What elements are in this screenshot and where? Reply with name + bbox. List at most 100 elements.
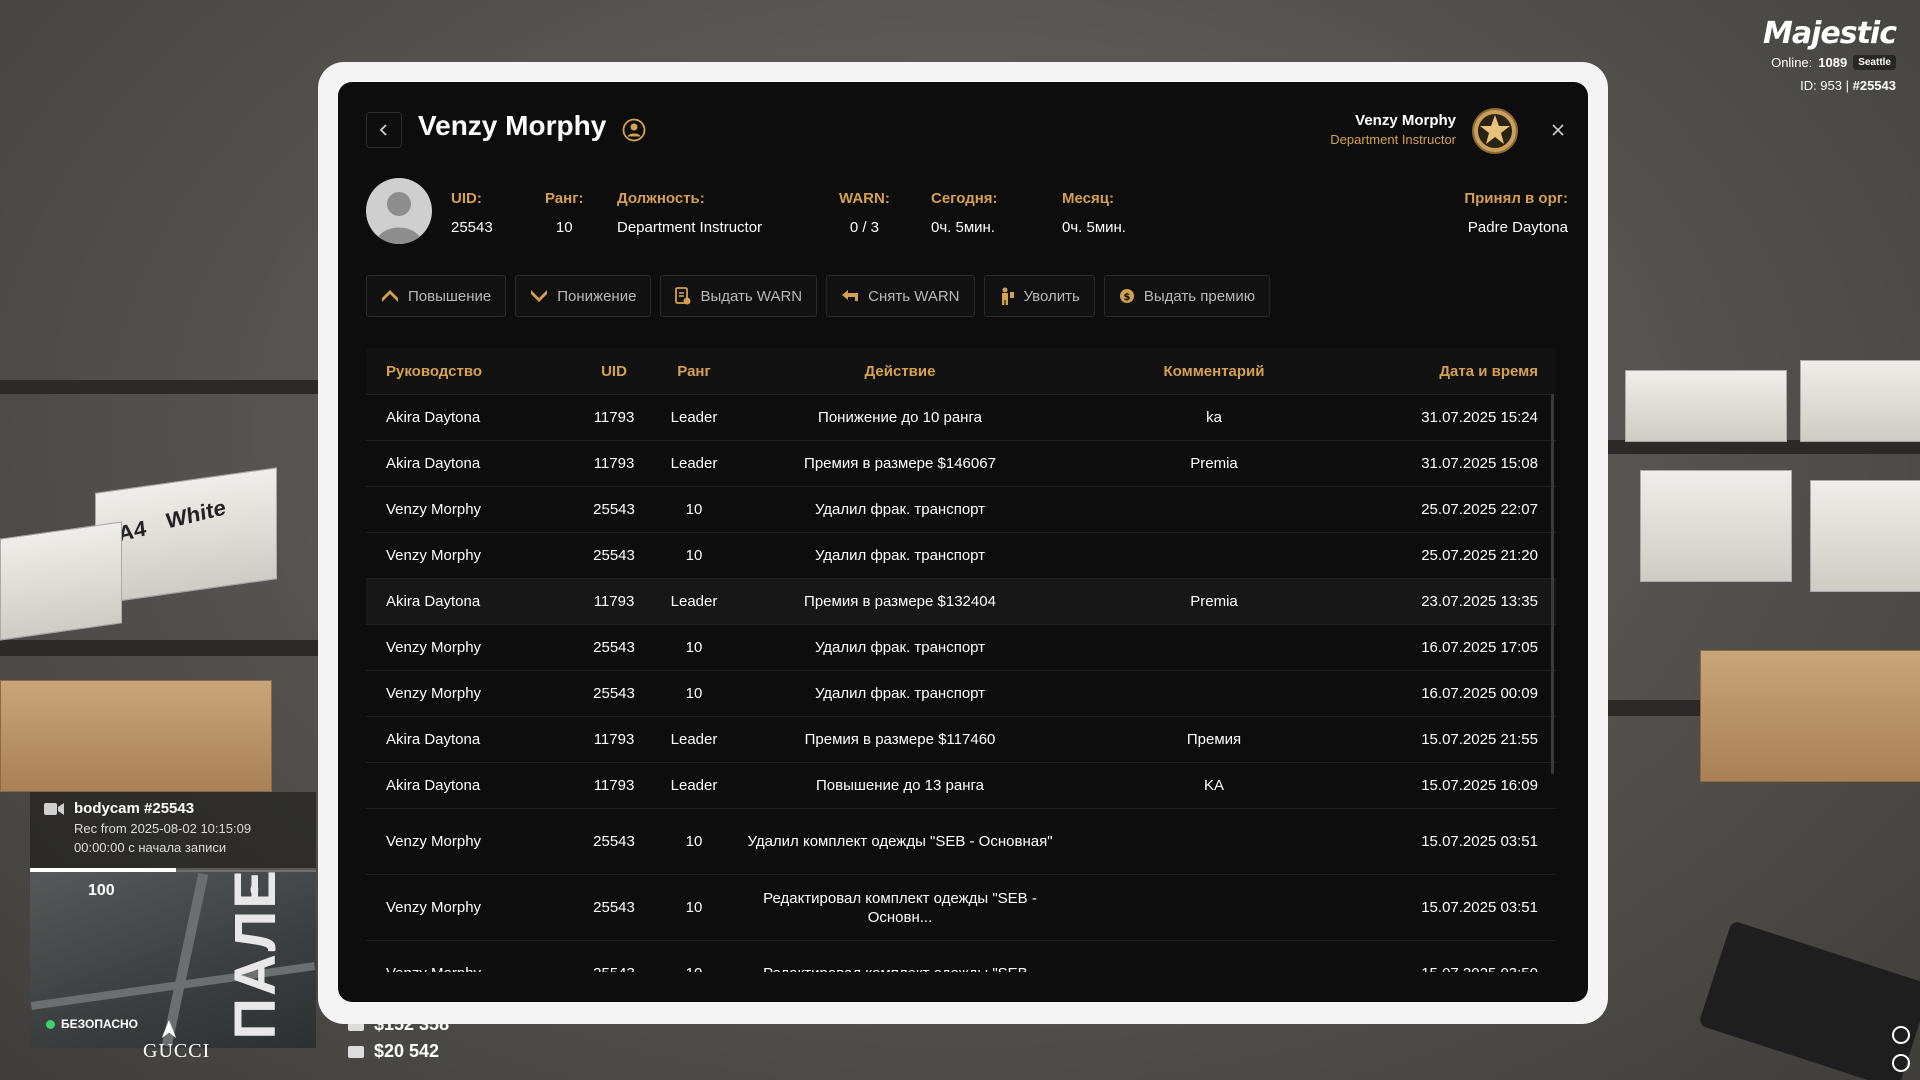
cell-uid: 11793	[593, 593, 635, 610]
health-value: 100	[88, 882, 115, 899]
remove-warn-button[interactable]: Снять WARN	[826, 275, 975, 317]
close-button[interactable]	[1546, 118, 1570, 142]
table-row[interactable]: Venzy Morphy 25543 10 Удалил фрак. транспор…	[366, 671, 1556, 717]
cell-manager: Akira Daytona	[386, 593, 481, 610]
cell-datetime: 16.07.2025 00:09	[1421, 685, 1538, 702]
bank-value: $20 542	[374, 1041, 440, 1061]
back-button[interactable]	[366, 112, 402, 148]
info-hired-by: Принял в орг: Padre Daytona	[1464, 190, 1568, 236]
paper-box	[1625, 370, 1787, 442]
cell-manager: Venzy Morphy	[366, 965, 584, 972]
cell-datetime: 15.07.2025 03:51	[1421, 899, 1538, 916]
info-rank: Ранг: 10	[545, 190, 583, 236]
table-header: Руководство UID Ранг Действие Комментари…	[366, 348, 1556, 395]
header-action: Действие	[864, 362, 936, 380]
cell-uid: 11793	[593, 409, 635, 426]
cell-comment: ka	[1206, 409, 1222, 426]
history-table: Руководство UID Ранг Действие Комментари…	[366, 348, 1556, 972]
issue-warn-button[interactable]: Выдать WARN	[660, 275, 818, 317]
avatar	[366, 178, 432, 244]
cell-action: Повышение до 13 ранга	[816, 777, 984, 794]
demote-button[interactable]: Понижение	[515, 275, 652, 317]
safe-zone-dot	[46, 1019, 55, 1029]
cell-uid: 11793	[593, 777, 635, 794]
server-tag: Seattle	[1853, 55, 1896, 70]
cell-comment: Премия	[1186, 731, 1242, 748]
table-row[interactable]: Venzy Morphy 25543 10 Удалил фрак. транспор…	[366, 625, 1556, 671]
fire-person-icon	[1001, 287, 1014, 305]
cell-rank: 10	[685, 501, 703, 518]
member-profile-modal: Venzy Morphy Venzy Morphy Department Ins…	[338, 82, 1588, 1002]
cell-comment: Premia	[1190, 455, 1238, 472]
info-value: 25543	[451, 219, 493, 236]
bodycam-title: bodycam #25543	[74, 800, 195, 817]
header-datetime: Дата и время	[1439, 362, 1538, 380]
cell-rank: 10	[644, 965, 744, 972]
safe-zone-label: БЕЗОПАСНО	[61, 1017, 138, 1031]
svg-text:$: $	[1123, 292, 1130, 303]
table-row[interactable]: Venzy Morphy2554310Редактировал комплект…	[366, 875, 1556, 941]
cell-manager: Venzy Morphy	[386, 833, 482, 850]
server-info: Majestic Online: 1089 Seattle ID: 953 | …	[1763, 16, 1897, 93]
bodycam-elapsed: 00:00:00 с начала записи	[74, 840, 227, 855]
table-row[interactable]: Akira Daytona 11793 Leader Премия в размере…	[366, 579, 1556, 625]
online-label: Online:	[1771, 55, 1813, 70]
dismiss-label: Уволить	[1023, 287, 1080, 305]
player-id-value: #25543	[1852, 78, 1896, 93]
bank-display: $20 542	[348, 1041, 439, 1062]
player-arrow-icon	[161, 1020, 177, 1038]
cardboard-box	[1700, 650, 1920, 782]
table-row[interactable]: Venzy Morphy 25543 10 Удалил фрак. транспор…	[366, 487, 1556, 533]
table-row[interactable]: Venzy Morphy 25543 10 Удалил комплект одежд…	[366, 809, 1556, 875]
promote-label: Повышение	[408, 287, 492, 305]
demote-label: Понижение	[557, 287, 637, 305]
cell-manager: Venzy Morphy	[386, 685, 482, 702]
user-badge-icon	[622, 118, 646, 142]
zone-text: ПАЛЕ	[223, 868, 288, 1040]
info-value: Department Instructor	[617, 219, 763, 236]
chevron-left-icon	[379, 124, 387, 136]
bodycam-rec: Rec from 2025-08-02 10:15:09	[74, 821, 252, 836]
current-user-name: Venzy Morphy	[1355, 112, 1456, 129]
player-id: ID: 953 | #25543	[1763, 78, 1896, 93]
close-icon	[1552, 124, 1564, 136]
table-row[interactable]: Akira Daytona 11793 Leader Премия в размере…	[366, 717, 1556, 763]
table-row[interactable]: Akira Daytona 11793 Leader Премия в размере…	[366, 441, 1556, 487]
cell-uid: 11793	[593, 455, 635, 472]
cell-datetime: 25.07.2025 22:07	[1421, 501, 1538, 518]
header-manager: Руководство	[386, 362, 483, 380]
cell-action: Редактировал комплект одежды "SEB -	[744, 964, 1056, 972]
paper-box: A4 White	[95, 467, 277, 605]
table-row[interactable]: Akira Daytona 11793 Leader Повышение до 13 …	[366, 763, 1556, 809]
table-scrollbar[interactable]	[1551, 394, 1554, 774]
cell-action: Удалил фрак. транспорт	[814, 639, 986, 656]
player-id-label: ID: 953 |	[1800, 78, 1849, 93]
remove-warn-label: Снять WARN	[868, 287, 960, 305]
info-label: Месяц:	[1062, 190, 1114, 207]
table-row[interactable]: Venzy Morphy 25543 10 Удалил фрак. транспор…	[366, 533, 1556, 579]
cell-datetime: 25.07.2025 21:20	[1421, 547, 1538, 564]
issue-bonus-button[interactable]: $ Выдать премию	[1103, 275, 1270, 317]
cell-datetime: 31.07.2025 15:08	[1421, 455, 1538, 472]
cell-rank: 10	[685, 833, 703, 850]
dismiss-button[interactable]: Уволить	[983, 275, 1095, 317]
cell-datetime: 15.07.2025 16:09	[1421, 777, 1538, 794]
shelf-left-lower	[0, 640, 330, 656]
paper-box	[0, 521, 122, 641]
undo-icon	[842, 290, 859, 301]
table-row[interactable]: Venzy Morphy2554310Редактировал комплект…	[366, 941, 1556, 972]
police-star-badge-icon	[1472, 108, 1518, 154]
cell-comment: Premia	[1190, 593, 1238, 610]
cell-action: Премия в размере $146067	[804, 455, 996, 472]
issue-warn-label: Выдать WARN	[700, 287, 803, 305]
table-row[interactable]: Akira Daytona 11793 Leader Понижение до 10 …	[366, 395, 1556, 441]
action-bar: Повышение Понижение Выдать WARN Снять WA…	[366, 275, 1270, 317]
current-user-role: Department Instructor	[1330, 132, 1456, 147]
majestic-logo: Majestic	[1763, 16, 1897, 51]
cell-manager: Akira Daytona	[386, 777, 481, 794]
promote-button[interactable]: Повышение	[366, 275, 507, 317]
shelf-left	[0, 380, 330, 394]
coin-icon: $	[1119, 289, 1134, 303]
header-rank: Ранг	[677, 362, 711, 380]
cell-action: Удалил фрак. транспорт	[814, 547, 986, 564]
